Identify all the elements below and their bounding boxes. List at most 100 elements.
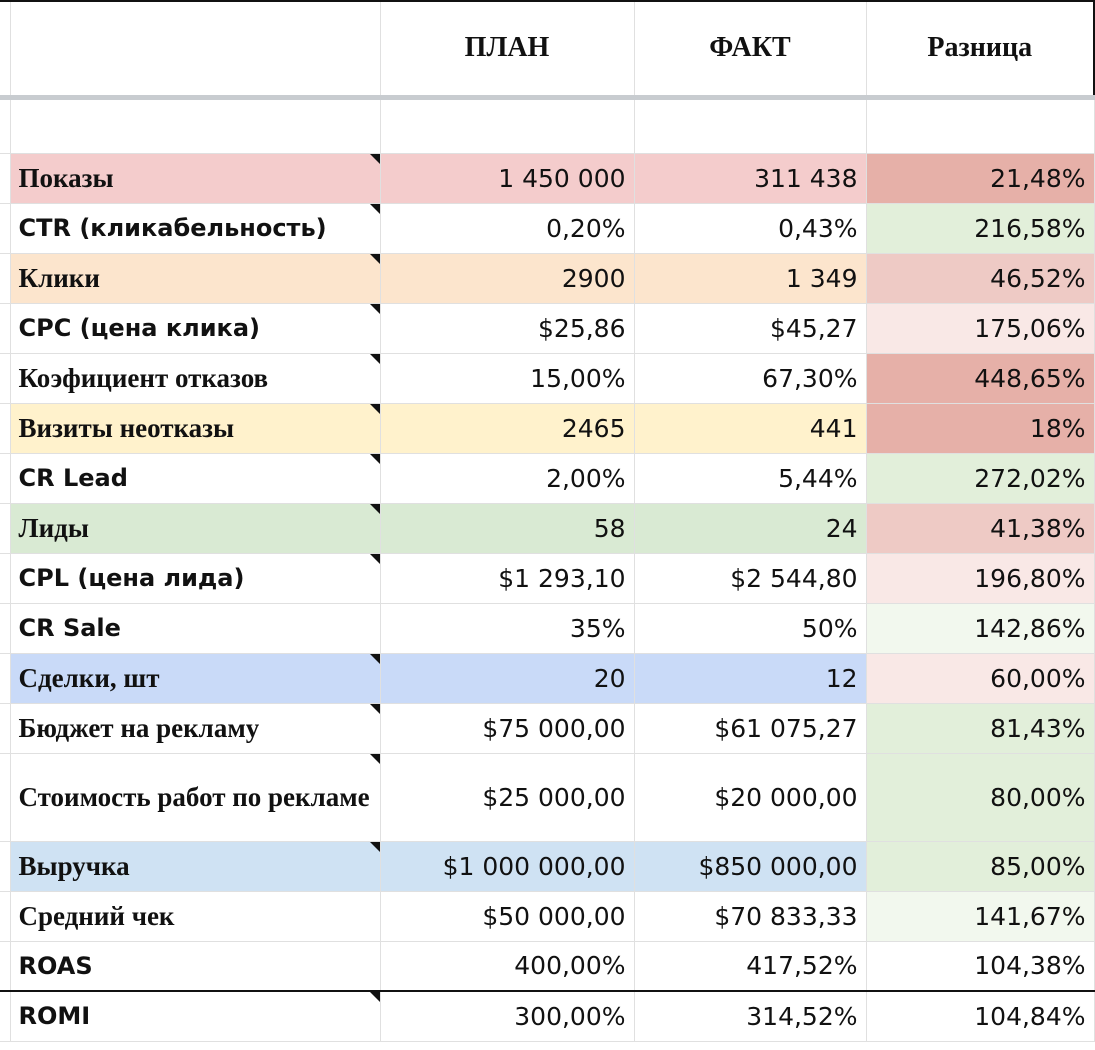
table-row: Лиды 58 24 41,38%	[0, 503, 1095, 554]
row-label[interactable]: CR Sale	[10, 603, 381, 654]
fact-cell[interactable]: $850 000,00	[634, 841, 867, 892]
plan-cell[interactable]: 400,00%	[380, 941, 635, 992]
row-gutter	[0, 990, 11, 1042]
row-gutter	[0, 303, 11, 354]
diff-cell[interactable]: 80,00%	[866, 753, 1095, 842]
plan-cell[interactable]: 58	[380, 503, 635, 554]
header-cell-empty[interactable]	[10, 0, 381, 98]
row-gutter	[0, 153, 11, 204]
fact-cell[interactable]: 417,52%	[634, 941, 867, 992]
fact-cell[interactable]: 441	[634, 403, 867, 454]
plan-cell[interactable]: 20	[380, 653, 635, 704]
plan-cell[interactable]: 2465	[380, 403, 635, 454]
diff-cell[interactable]: 216,58%	[866, 203, 1095, 254]
plan-cell[interactable]: $1 293,10	[380, 553, 635, 604]
row-label[interactable]: Бюджет на рекламу	[10, 703, 381, 754]
diff-cell[interactable]: 41,38%	[866, 503, 1095, 554]
empty-cell[interactable]	[866, 94, 1095, 154]
header-fact[interactable]: ФАКТ	[634, 0, 867, 98]
plan-cell[interactable]: 15,00%	[380, 353, 635, 404]
table-row: ROMI 300,00% 314,52% 104,84%	[0, 990, 1095, 1042]
row-label[interactable]: CPC (цена клика)	[10, 303, 381, 354]
table-row: CPC (цена клика) $25,86 $45,27 175,06%	[0, 303, 1095, 354]
data-rows: Показы 1 450 000 311 438 21,48% CTR (кликабе…	[0, 153, 1095, 1042]
plan-cell[interactable]: 300,00%	[380, 990, 635, 1042]
diff-cell[interactable]: 104,84%	[866, 990, 1095, 1042]
row-label[interactable]: Сделки, шт	[10, 653, 381, 704]
empty-row	[0, 94, 1095, 154]
fact-cell[interactable]: 24	[634, 503, 867, 554]
fact-cell[interactable]: 67,30%	[634, 353, 867, 404]
table-row: Средний чек $50 000,00 $70 833,33 141,67%	[0, 891, 1095, 942]
fact-cell[interactable]: $61 075,27	[634, 703, 867, 754]
row-label[interactable]: Средний чек	[10, 891, 381, 942]
plan-cell[interactable]: 35%	[380, 603, 635, 654]
table-row: Выручка $1 000 000,00 $850 000,00 85,00%	[0, 841, 1095, 892]
fact-cell[interactable]: 314,52%	[634, 990, 867, 1042]
row-gutter	[0, 253, 11, 304]
row-gutter	[0, 941, 11, 992]
row-label[interactable]: ROAS	[10, 941, 381, 992]
fact-cell[interactable]: 50%	[634, 603, 867, 654]
row-gutter	[0, 203, 11, 254]
plan-cell[interactable]: 1 450 000	[380, 153, 635, 204]
fact-cell[interactable]: 1 349	[634, 253, 867, 304]
table-row: Стоимость работ по рекламе $25 000,00 $20 …	[0, 753, 1095, 842]
row-label[interactable]: Выручка	[10, 841, 381, 892]
empty-cell[interactable]	[380, 94, 635, 154]
diff-cell[interactable]: 18%	[866, 403, 1095, 454]
diff-cell[interactable]: 21,48%	[866, 153, 1095, 204]
fact-cell[interactable]: $2 544,80	[634, 553, 867, 604]
diff-cell[interactable]: 60,00%	[866, 653, 1095, 704]
diff-cell[interactable]: 448,65%	[866, 353, 1095, 404]
fact-cell[interactable]: $45,27	[634, 303, 867, 354]
diff-cell[interactable]: 81,43%	[866, 703, 1095, 754]
table-row: Клики 2900 1 349 46,52%	[0, 253, 1095, 304]
fact-cell[interactable]: 5,44%	[634, 453, 867, 504]
plan-cell[interactable]: 2,00%	[380, 453, 635, 504]
row-gutter	[0, 0, 11, 98]
diff-cell[interactable]: 272,02%	[866, 453, 1095, 504]
diff-cell[interactable]: 142,86%	[866, 603, 1095, 654]
row-label[interactable]: CR Lead	[10, 453, 381, 504]
diff-cell[interactable]: 85,00%	[866, 841, 1095, 892]
header-plan[interactable]: ПЛАН	[380, 0, 635, 98]
row-label[interactable]: CPL (цена лида)	[10, 553, 381, 604]
row-label[interactable]: Визиты неотказы	[10, 403, 381, 454]
row-label[interactable]: Клики	[10, 253, 381, 304]
row-gutter	[0, 603, 11, 654]
plan-cell[interactable]: $1 000 000,00	[380, 841, 635, 892]
plan-cell[interactable]: $25 000,00	[380, 753, 635, 842]
fact-cell[interactable]: 311 438	[634, 153, 867, 204]
row-label[interactable]: CTR (кликабельность)	[10, 203, 381, 254]
empty-cell[interactable]	[10, 94, 381, 154]
row-gutter	[0, 703, 11, 754]
empty-cell[interactable]	[634, 94, 867, 154]
fact-cell[interactable]: 0,43%	[634, 203, 867, 254]
plan-cell[interactable]: 2900	[380, 253, 635, 304]
plan-cell[interactable]: $25,86	[380, 303, 635, 354]
fact-cell[interactable]: $70 833,33	[634, 891, 867, 942]
table-row: CR Sale 35% 50% 142,86%	[0, 603, 1095, 654]
plan-cell[interactable]: $50 000,00	[380, 891, 635, 942]
plan-cell[interactable]: $75 000,00	[380, 703, 635, 754]
row-label[interactable]: Коэфициент отказов	[10, 353, 381, 404]
row-label[interactable]: Лиды	[10, 503, 381, 554]
row-label[interactable]: Стоимость работ по рекламе	[10, 753, 381, 842]
fact-cell[interactable]: 12	[634, 653, 867, 704]
diff-cell[interactable]: 46,52%	[866, 253, 1095, 304]
diff-cell[interactable]: 104,38%	[866, 941, 1095, 992]
diff-cell[interactable]: 141,67%	[866, 891, 1095, 942]
header-diff[interactable]: Разница	[866, 0, 1095, 98]
diff-cell[interactable]: 196,80%	[866, 553, 1095, 604]
table-row: Бюджет на рекламу $75 000,00 $61 075,27 81,…	[0, 703, 1095, 754]
table-row: Коэфициент отказов 15,00% 67,30% 448,65%	[0, 353, 1095, 404]
header-row: ПЛАН ФАКТ Разница	[0, 0, 1095, 98]
spreadsheet-table: ПЛАН ФАКТ Разница Показы 1 450 000 311 438…	[0, 0, 1095, 1042]
row-gutter	[0, 353, 11, 404]
diff-cell[interactable]: 175,06%	[866, 303, 1095, 354]
plan-cell[interactable]: 0,20%	[380, 203, 635, 254]
row-label[interactable]: ROMI	[10, 990, 381, 1042]
fact-cell[interactable]: $20 000,00	[634, 753, 867, 842]
row-label[interactable]: Показы	[10, 153, 381, 204]
